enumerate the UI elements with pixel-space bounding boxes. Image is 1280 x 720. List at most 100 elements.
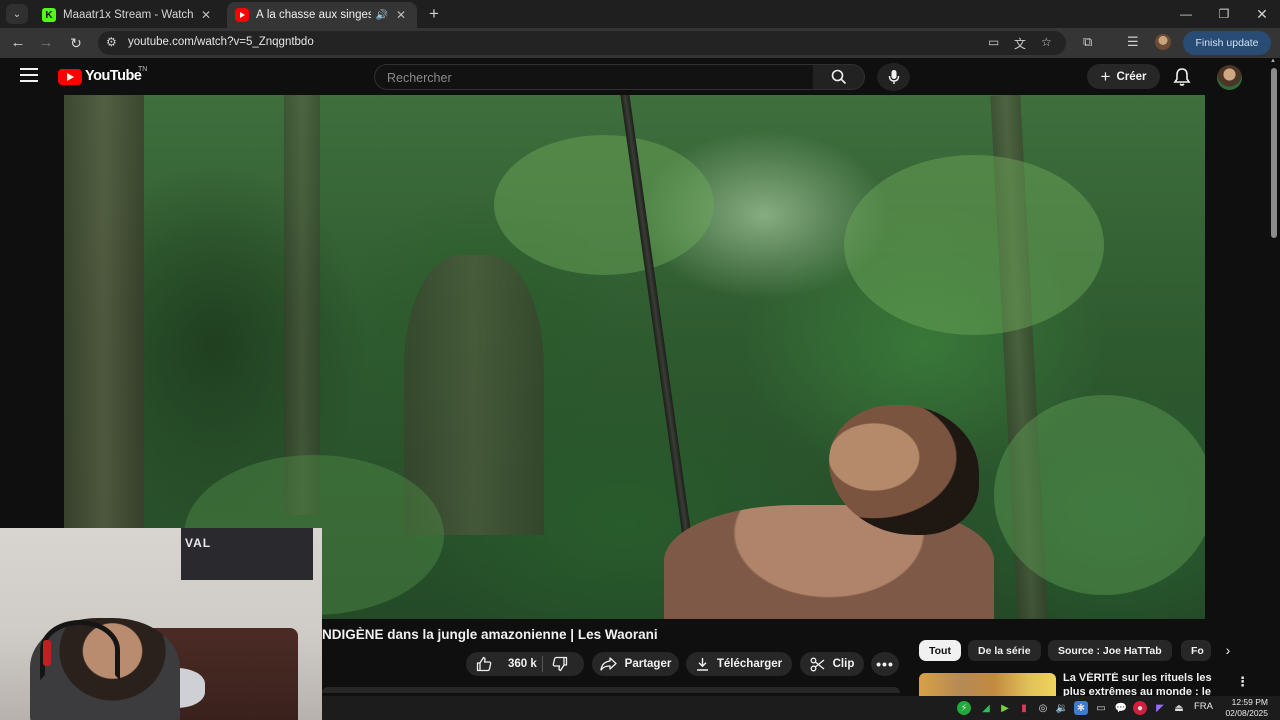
minimize-button[interactable]: — — [1167, 0, 1205, 28]
tray-record-icon[interactable]: ● — [1133, 701, 1147, 715]
thumbs-up-icon — [476, 656, 492, 672]
youtube-logo-text[interactable]: YouTube — [85, 68, 142, 84]
share-arrow-icon — [600, 657, 617, 671]
new-tab-button[interactable]: + — [424, 4, 444, 24]
like-separator — [542, 656, 543, 672]
jungle-tree-trunk — [284, 95, 320, 515]
input-language[interactable]: FRA — [1194, 701, 1213, 712]
share-button[interactable]: Partager — [592, 652, 679, 676]
thumbs-down-icon — [552, 656, 568, 672]
tab-search-icon[interactable]: ⌄ — [6, 4, 28, 24]
tray-red-app-icon[interactable]: ▮ — [1017, 701, 1031, 715]
foliage — [844, 155, 1104, 335]
tray-green-app-icon[interactable]: ⚡ — [957, 701, 971, 715]
tray-steam-icon[interactable]: ◎ — [1036, 701, 1050, 715]
scrollbar-thumb[interactable] — [1271, 68, 1277, 238]
site-info-icon[interactable]: ⚙ — [106, 35, 117, 49]
scroll-up-arrow-icon[interactable]: ▲ — [1270, 58, 1276, 64]
voice-search-button[interactable] — [877, 63, 910, 91]
close-icon[interactable]: ✕ — [393, 8, 409, 22]
browser-tab-strip: ⌄ K Maaatr1x Stream - Watch Live o ✕ À l… — [0, 0, 1280, 28]
browser-toolbar: ← → ↻ ⚙ youtube.com/watch?v=5_Znqgntbdo … — [0, 28, 1280, 58]
tray-bluetooth-icon[interactable]: ✱ — [1074, 701, 1088, 715]
tray-signal-icon[interactable]: ◢ — [979, 701, 993, 715]
headset-earcup — [43, 640, 51, 666]
address-bar[interactable]: ⚙ youtube.com/watch?v=5_Znqgntbdo ▭ 文 ☆ — [98, 31, 1066, 55]
profile-avatar-icon[interactable] — [1155, 34, 1171, 50]
description-box[interactable] — [322, 687, 900, 693]
hamburger-menu-icon[interactable] — [20, 68, 38, 82]
reading-list-icon[interactable]: ☰ — [1127, 34, 1139, 50]
clock-date: 02/08/2025 — [1225, 708, 1268, 718]
reload-button[interactable]: ↻ — [66, 33, 86, 53]
like-dislike-group: 360 k — [466, 652, 584, 676]
streamer-webcam-overlay: VAL — [0, 528, 322, 720]
chip-all[interactable]: Tout — [919, 640, 961, 661]
tab-title: Maaatr1x Stream - Watch Live o — [63, 9, 194, 21]
chevron-right-icon[interactable]: › — [1220, 642, 1236, 660]
foliage — [494, 135, 714, 275]
youtube-logo-icon — [235, 8, 249, 22]
clip-label: Clip — [832, 658, 855, 670]
search-box — [374, 64, 814, 90]
window-close-button[interactable]: ✕ — [1243, 0, 1280, 28]
download-label: Télécharger — [716, 658, 783, 670]
tray-usb-icon[interactable]: ⏏ — [1172, 701, 1186, 715]
download-icon — [696, 658, 708, 671]
chip-source[interactable]: Source : Joe HaTTab — [1048, 640, 1172, 661]
youtube-logo-icon[interactable] — [58, 69, 82, 85]
search-icon — [831, 69, 846, 85]
bookmark-star-icon[interactable]: ☆ — [1041, 35, 1052, 49]
recommendation-title[interactable]: La VÉRITÉ sur les rituels les plus extrê… — [1063, 672, 1221, 698]
clip-button[interactable]: Clip — [800, 652, 864, 676]
more-actions-button[interactable]: ••• — [871, 652, 899, 676]
chip-from-series[interactable]: De la série — [968, 640, 1041, 661]
create-button[interactable]: + Créer — [1087, 64, 1160, 89]
notifications-bell-icon[interactable] — [1173, 67, 1193, 87]
wall-poster: VAL — [181, 528, 313, 580]
more-horizontal-icon: ••• — [876, 656, 894, 672]
tab-title: À la chasse aux singes avec — [256, 9, 371, 21]
like-button[interactable]: 360 k — [476, 656, 537, 672]
cast-icon[interactable]: ▭ — [988, 35, 999, 49]
account-avatar[interactable] — [1217, 65, 1242, 90]
forward-button[interactable]: → — [36, 33, 56, 53]
tray-volume-icon[interactable]: 🔉 — [1055, 701, 1069, 715]
tray-purple-app-icon[interactable]: ◤ — [1153, 701, 1167, 715]
tray-chat-icon[interactable]: 💬 — [1114, 701, 1128, 715]
close-icon[interactable]: ✕ — [198, 8, 214, 22]
finish-update-button[interactable]: Finish update — [1183, 31, 1271, 55]
microphone-icon — [888, 70, 899, 84]
dislike-button[interactable] — [552, 656, 576, 675]
clock-time: 12:59 PM — [1231, 697, 1268, 707]
audio-playing-icon[interactable]: 🔊 — [375, 10, 389, 21]
like-count: 360 k — [508, 658, 537, 670]
share-label: Partager — [624, 658, 672, 670]
plus-icon: + — [1100, 66, 1111, 86]
tab-kick-stream[interactable]: K Maaatr1x Stream - Watch Live o ✕ — [34, 2, 222, 28]
create-label: Créer — [1116, 70, 1147, 83]
page-scrollbar[interactable]: ▲ — [1268, 58, 1280, 696]
headset — [40, 620, 120, 680]
download-button[interactable]: Télécharger — [686, 652, 792, 676]
maximize-button[interactable]: ❐ — [1205, 0, 1243, 28]
tray-nvidia-icon[interactable]: ▶ — [998, 701, 1012, 715]
url-text: youtube.com/watch?v=5_Znqgntbdo — [128, 36, 314, 48]
search-input[interactable] — [387, 69, 787, 87]
tray-network-icon[interactable]: ▭ — [1094, 701, 1108, 715]
video-title: NDIGÈNE dans la jungle amazonienne | Les… — [322, 627, 658, 642]
search-button[interactable] — [813, 64, 865, 90]
more-vertical-icon[interactable]: ⋮ — [1236, 674, 1249, 692]
translate-icon[interactable]: 文 — [1014, 35, 1026, 52]
taskbar-clock[interactable]: 12:59 PM 02/08/2025 — [1222, 697, 1268, 719]
kick-logo-icon: K — [42, 8, 56, 22]
youtube-country-code: TN — [138, 66, 148, 73]
scissors-icon — [810, 657, 825, 671]
back-button[interactable]: ← — [8, 33, 28, 53]
poster-text: VAL — [185, 536, 212, 550]
extensions-icon[interactable]: ⧉ — [1083, 34, 1092, 50]
foliage — [994, 395, 1205, 595]
tab-youtube-video[interactable]: À la chasse aux singes avec 🔊 ✕ — [227, 2, 417, 28]
chip-more[interactable]: Fo — [1181, 640, 1211, 661]
youtube-header: YouTube TN + Créer — [0, 58, 1268, 95]
